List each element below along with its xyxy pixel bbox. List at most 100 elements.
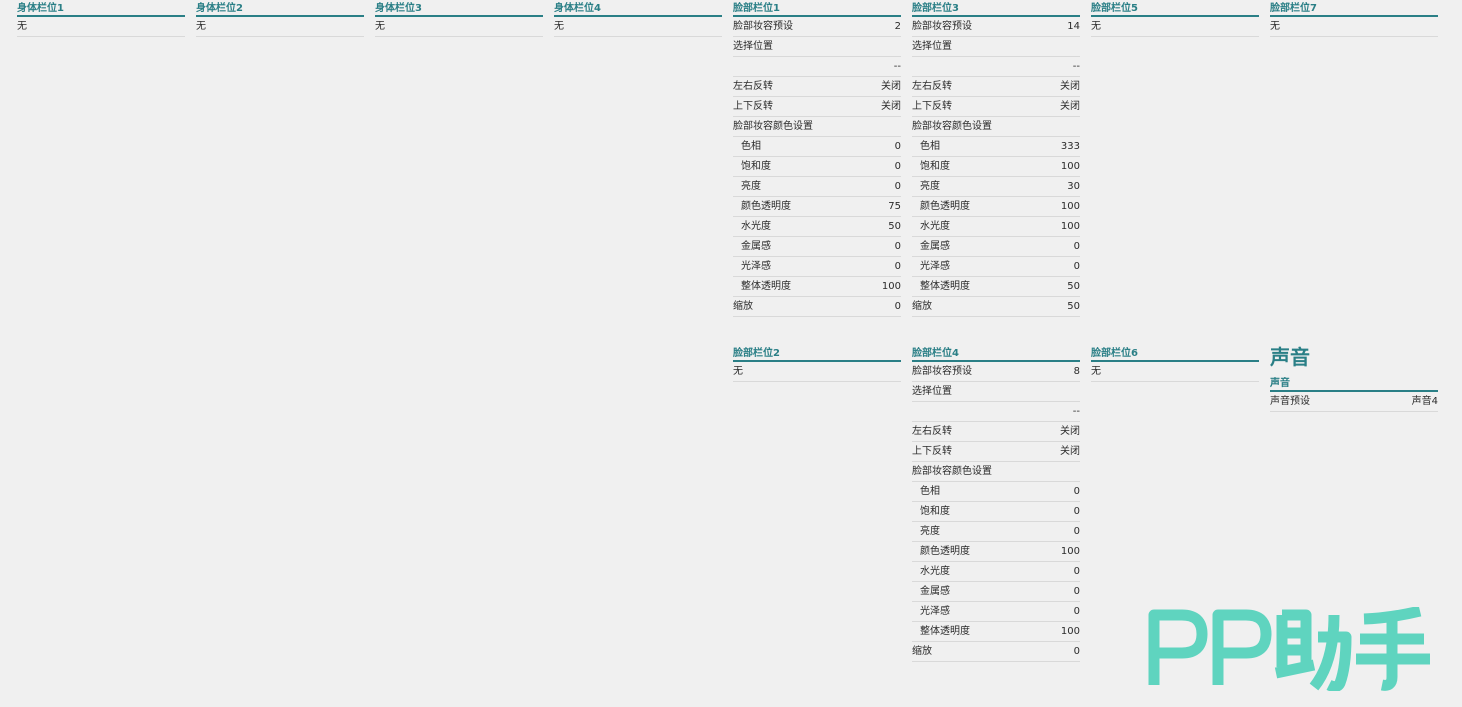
- setting-row-none[interactable]: 无: [196, 17, 364, 37]
- setting-row-makeup-color-settings[interactable]: 脸部妆容颜色设置: [912, 462, 1080, 482]
- setting-row-position-value[interactable]: --: [733, 57, 901, 77]
- setting-row-hue[interactable]: 色相 0: [912, 482, 1080, 502]
- setting-row-color-opacity[interactable]: 颜色透明度 100: [912, 542, 1080, 562]
- setting-row-color-opacity[interactable]: 颜色透明度 100: [912, 197, 1080, 217]
- setting-label: 脸部妆容颜色设置: [733, 121, 813, 132]
- setting-value: 100: [1060, 221, 1080, 232]
- setting-value: 0: [894, 241, 901, 252]
- setting-row-saturation[interactable]: 饱和度 100: [912, 157, 1080, 177]
- setting-row-hue[interactable]: 色相 333: [912, 137, 1080, 157]
- setting-label: 色相: [920, 141, 940, 152]
- setting-row-select-position[interactable]: 选择位置: [733, 37, 901, 57]
- setting-row-brightness[interactable]: 亮度 0: [733, 177, 901, 197]
- setting-row-flip-horizontal[interactable]: 左右反转 关闭: [733, 77, 901, 97]
- setting-value: 50: [888, 221, 901, 232]
- face-slot-6-panel: 脸部栏位6 无: [1091, 347, 1259, 382]
- setting-row-sheen[interactable]: 光泽感 0: [912, 602, 1080, 622]
- setting-row-voice-preset[interactable]: 声音预设 声音4: [1270, 392, 1438, 412]
- pp-assistant-watermark-logo: [1148, 607, 1430, 691]
- panel-rows: 无: [1091, 17, 1259, 37]
- setting-label: 无: [733, 366, 743, 377]
- setting-row-flip-vertical[interactable]: 上下反转 关闭: [912, 442, 1080, 462]
- setting-row-select-position[interactable]: 选择位置: [912, 37, 1080, 57]
- setting-value: 0: [1073, 486, 1080, 497]
- setting-row-saturation[interactable]: 饱和度 0: [912, 502, 1080, 522]
- face-slot-1-panel: 脸部栏位1 脸部妆容预设 2 选择位置 -- 左右反转 关闭 上下反转 关闭 脸部妆容颜色设置色…: [733, 2, 901, 317]
- panel-header: 身体栏位2: [196, 2, 364, 17]
- setting-row-hue[interactable]: 色相 0: [733, 137, 901, 157]
- panel-rows: 脸部妆容预设 8 选择位置 -- 左右反转 关闭 上下反转 关闭 脸部妆容颜色设置 色相 0 饱和度 0…: [912, 362, 1080, 662]
- setting-label: 上下反转: [912, 101, 952, 112]
- setting-row-metallic[interactable]: 金属感 0: [912, 237, 1080, 257]
- setting-value: 0: [1073, 526, 1080, 537]
- setting-row-makeup-color-settings[interactable]: 脸部妆容颜色设置: [912, 117, 1080, 137]
- setting-label: 选择位置: [912, 386, 952, 397]
- face-slot-3-panel: 脸部栏位3 脸部妆容预设 14 选择位置 -- 左右反转 关闭上下反转 关闭脸部妆容颜色设置…: [912, 2, 1080, 317]
- panel-header: 脸部栏位4: [912, 347, 1080, 362]
- setting-row-saturation[interactable]: 饱和度 0: [733, 157, 901, 177]
- setting-row-metallic[interactable]: 金属感 0: [912, 582, 1080, 602]
- setting-row-overall-opacity[interactable]: 整体透明度 100: [733, 277, 901, 297]
- setting-value: 关闭: [1060, 426, 1080, 437]
- setting-row-metallic[interactable]: 金属感 0: [733, 237, 901, 257]
- setting-label: 缩放: [733, 301, 753, 312]
- panel-rows: 无: [733, 362, 901, 382]
- setting-value: --: [1072, 61, 1080, 72]
- setting-row-scale[interactable]: 缩放 0: [733, 297, 901, 317]
- setting-value: 关闭: [1060, 101, 1080, 112]
- setting-value: 0: [894, 181, 901, 192]
- setting-row-sheen[interactable]: 光泽感 0: [733, 257, 901, 277]
- setting-row-none[interactable]: 无: [17, 17, 185, 37]
- setting-row-position-value[interactable]: --: [912, 57, 1080, 77]
- setting-row-brightness[interactable]: 亮度 0: [912, 522, 1080, 542]
- setting-label: 缩放: [912, 646, 932, 657]
- setting-value: 8: [1073, 366, 1080, 377]
- setting-value: 75: [888, 201, 901, 212]
- setting-row-scale[interactable]: 缩放 0: [912, 642, 1080, 662]
- setting-row-position-value[interactable]: --: [912, 402, 1080, 422]
- setting-row-flip-vertical[interactable]: 上下反转 关闭: [912, 97, 1080, 117]
- setting-row-color-opacity[interactable]: 颜色透明度 75: [733, 197, 901, 217]
- setting-row-none[interactable]: 无: [733, 362, 901, 382]
- setting-row-none[interactable]: 无: [1270, 17, 1438, 37]
- setting-row-overall-opacity[interactable]: 整体透明度 100: [912, 622, 1080, 642]
- setting-label: 脸部妆容颜色设置: [912, 121, 992, 132]
- setting-label: 整体透明度: [920, 626, 970, 637]
- setting-label: 无: [196, 21, 206, 32]
- panel-header: 脸部栏位3: [912, 2, 1080, 17]
- setting-row-face-makeup-preset[interactable]: 脸部妆容预设 2: [733, 17, 901, 37]
- setting-value: 声音4: [1411, 396, 1438, 407]
- setting-row-face-makeup-preset[interactable]: 脸部妆容预设 8: [912, 362, 1080, 382]
- setting-row-none[interactable]: 无: [1091, 17, 1259, 37]
- panel-header: 脸部栏位6: [1091, 347, 1259, 362]
- setting-row-face-makeup-preset[interactable]: 脸部妆容预设 14: [912, 17, 1080, 37]
- panel-header: 脸部栏位2: [733, 347, 901, 362]
- setting-row-flip-vertical[interactable]: 上下反转 关闭: [733, 97, 901, 117]
- setting-row-sheen[interactable]: 光泽感 0: [912, 257, 1080, 277]
- setting-label: 无: [1270, 21, 1280, 32]
- setting-value: 关闭: [881, 81, 901, 92]
- setting-value: 0: [894, 141, 901, 152]
- setting-row-flip-horizontal[interactable]: 左右反转 关闭: [912, 422, 1080, 442]
- setting-row-none[interactable]: 无: [1091, 362, 1259, 382]
- setting-row-brightness[interactable]: 亮度 30: [912, 177, 1080, 197]
- setting-row-scale[interactable]: 缩放 50: [912, 297, 1080, 317]
- setting-value: 0: [1073, 241, 1080, 252]
- setting-row-select-position[interactable]: 选择位置: [912, 382, 1080, 402]
- setting-row-flip-horizontal[interactable]: 左右反转 关闭: [912, 77, 1080, 97]
- setting-row-gloss-level[interactable]: 水光度 0: [912, 562, 1080, 582]
- panel-rows: 无: [1091, 362, 1259, 382]
- body-slot-1-panel: 身体栏位1 无: [17, 2, 185, 37]
- setting-row-none[interactable]: 无: [554, 17, 722, 37]
- setting-row-gloss-level[interactable]: 水光度 50: [733, 217, 901, 237]
- body-slot-3-panel: 身体栏位3 无: [375, 2, 543, 37]
- setting-row-overall-opacity[interactable]: 整体透明度 50: [912, 277, 1080, 297]
- setting-value: 0: [1073, 606, 1080, 617]
- panel-rows: 脸部妆容预设 2 选择位置 -- 左右反转 关闭 上下反转 关闭脸部妆容颜色设置色相 0 饱和度 0…: [733, 17, 901, 317]
- setting-label: 无: [1091, 366, 1101, 377]
- setting-row-makeup-color-settings[interactable]: 脸部妆容颜色设置: [733, 117, 901, 137]
- setting-row-none[interactable]: 无: [375, 17, 543, 37]
- setting-row-gloss-level[interactable]: 水光度 100: [912, 217, 1080, 237]
- setting-label: 亮度: [920, 526, 940, 537]
- panel-rows: 无: [554, 17, 722, 37]
